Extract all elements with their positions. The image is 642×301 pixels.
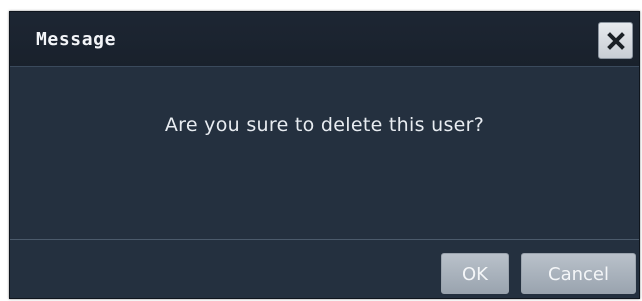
dialog-message: Are you sure to delete this user?: [164, 114, 485, 136]
cancel-button[interactable]: Cancel: [521, 253, 636, 294]
dialog-footer: OK Cancel: [10, 239, 639, 298]
close-button[interactable]: [598, 22, 633, 59]
dialog-titlebar: Message: [10, 12, 639, 67]
ok-button[interactable]: OK: [441, 253, 509, 294]
dialog-body: Are you sure to delete this user?: [10, 67, 639, 241]
dialog-title: Message: [36, 29, 117, 50]
close-icon: [606, 31, 625, 50]
message-dialog: Message Are you sure to delete this user…: [9, 11, 640, 299]
